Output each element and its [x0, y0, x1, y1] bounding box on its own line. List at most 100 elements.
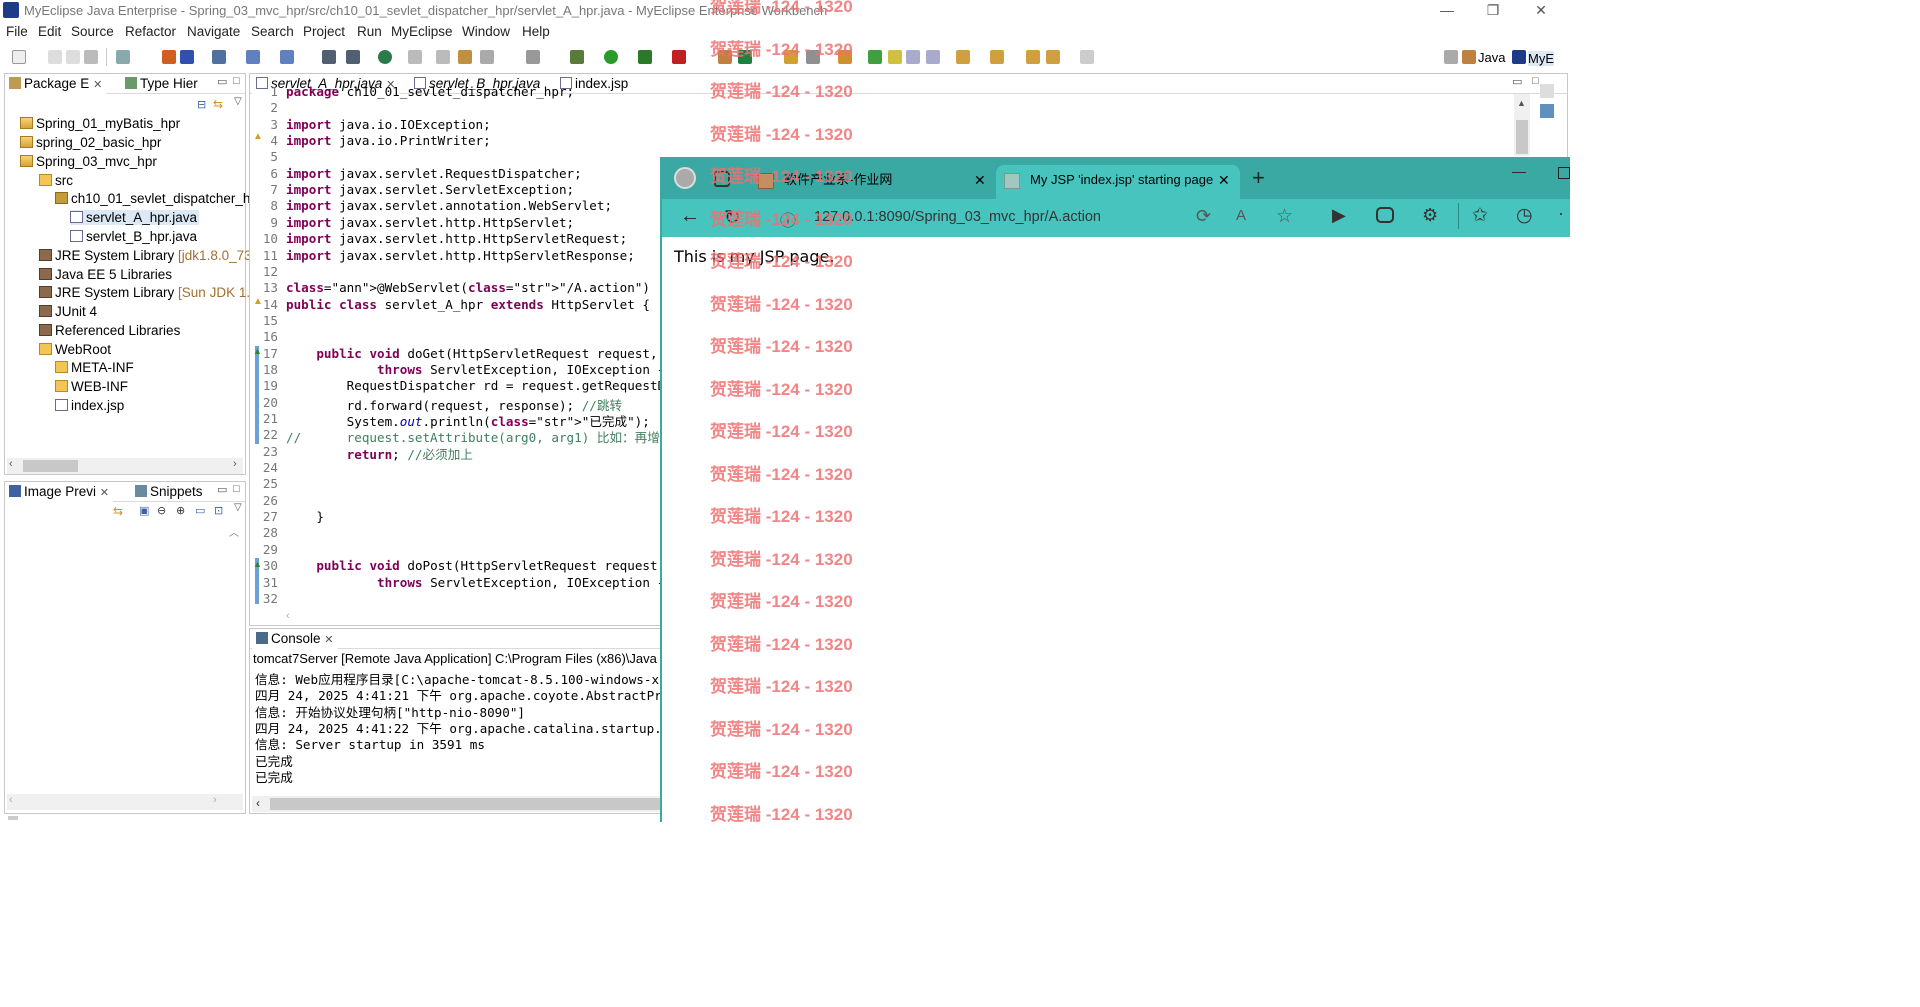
more-menu-icon[interactable]: · [1558, 203, 1564, 224]
tree-package[interactable]: ch10_01_sevlet_dispatcher_hp [55, 191, 258, 206]
close-tab-icon[interactable]: ✕ [974, 165, 986, 195]
favorite-star-icon[interactable]: ☆ [1276, 205, 1293, 228]
tree-webroot[interactable]: WebRoot [39, 342, 111, 357]
url-field[interactable]: 127.0.0.1:8090/Spring_03_mvc_hpr/A.actio… [814, 209, 1101, 225]
next-annotation-icon[interactable] [956, 50, 970, 64]
hierarchy-icon[interactable] [408, 50, 422, 64]
close-tab-icon[interactable]: ✕ [93, 79, 102, 91]
zoom-in-icon[interactable]: ⊕ [176, 504, 185, 517]
image-preview-hscroll[interactable]: ‹ › [7, 794, 243, 810]
collapse-all-icon[interactable]: ⊟ [197, 98, 206, 111]
fit-icon[interactable]: ▣ [139, 504, 149, 517]
menu-edit[interactable]: Edit [38, 24, 61, 39]
scrollbar-thumb[interactable] [23, 460, 78, 472]
globe-icon[interactable] [378, 50, 392, 64]
print-icon[interactable] [84, 50, 98, 64]
task-list-icon[interactable] [1540, 104, 1554, 118]
menu-source[interactable]: Source [71, 24, 114, 39]
perspective-java[interactable]: Java [1478, 50, 1505, 65]
tab-image-preview[interactable]: Image Previ ✕ [5, 483, 114, 502]
external-tools-icon[interactable] [672, 50, 686, 64]
view-menu-icon[interactable]: ▽ [234, 96, 242, 107]
launch-icon[interactable] [246, 50, 260, 64]
tree-jre-lib-1[interactable]: JRE System Library [jdk1.8.0_73] [39, 248, 255, 263]
open-perspective-button-icon[interactable] [1444, 50, 1458, 64]
perspective-myeclipse[interactable]: MyE [1528, 51, 1554, 66]
browser-tab-2[interactable]: My JSP 'index.jsp' starting page ✕ [996, 165, 1240, 199]
link-with-editor-icon[interactable]: ⇆ [213, 97, 223, 111]
close-icon[interactable]: ✕ [1518, 0, 1564, 22]
tree-meta-inf[interactable]: META-INF [55, 360, 134, 375]
tab-snippets[interactable]: Snippets [131, 483, 207, 502]
menu-myeclipse[interactable]: MyEclipse [391, 24, 453, 39]
minimize-view-icon[interactable]: ▭ [217, 483, 227, 496]
link-icon[interactable]: ⇆ [113, 504, 123, 518]
tab-type-hierarchy[interactable]: Type Hier [121, 75, 202, 94]
extensions-icon[interactable]: ⚙ [1422, 205, 1438, 226]
tree-junit[interactable]: JUnit 4 [39, 304, 97, 319]
tree-servlet-b[interactable]: servlet_B_hpr.java [70, 229, 197, 244]
run-icon[interactable] [604, 50, 618, 64]
highlight-icon[interactable] [888, 50, 902, 64]
restore-icon[interactable]: ❐ [1470, 0, 1516, 22]
zoom-out-icon[interactable]: ⊖ [157, 504, 166, 517]
refresh-icon[interactable] [480, 50, 494, 64]
menu-help[interactable]: Help [522, 24, 550, 39]
tab-package-explorer[interactable]: Package E ✕ [5, 75, 107, 94]
tree-jre-lib-2[interactable]: JRE System Library [Sun JDK 1.6. [39, 285, 261, 300]
editor-vscroll[interactable]: ▲ [1514, 94, 1530, 156]
play-icon[interactable]: ▶ [1332, 205, 1346, 226]
browser-minimize-icon[interactable]: — [1512, 163, 1526, 179]
block-select-icon[interactable] [906, 50, 920, 64]
close-tab-icon[interactable]: ✕ [324, 634, 333, 646]
copilot-icon[interactable] [1376, 207, 1394, 223]
editor-vscroll-thumb[interactable] [1516, 120, 1528, 154]
view-menu-icon[interactable]: ▽ [234, 502, 242, 513]
save-all-icon[interactable] [66, 50, 80, 64]
close-tab-icon[interactable]: ✕ [1218, 165, 1230, 195]
maximize-view-icon[interactable]: □ [233, 483, 240, 495]
coverage-icon[interactable] [638, 50, 652, 64]
maximize-editor-icon[interactable]: □ [1532, 75, 1539, 87]
tree-web-inf[interactable]: WEB-INF [55, 379, 128, 394]
menu-navigate[interactable]: Navigate [187, 24, 240, 39]
terminal-icon[interactable] [526, 50, 540, 64]
open-type-icon[interactable] [322, 50, 336, 64]
history-icon[interactable]: ◷ [1516, 204, 1533, 227]
translate-icon[interactable]: ⟳ [1196, 206, 1211, 227]
tree-src[interactable]: src [39, 173, 73, 188]
server-icon[interactable] [180, 50, 194, 64]
save-icon[interactable] [48, 50, 62, 64]
deploy-icon[interactable] [162, 50, 176, 64]
console-hscroll-thumb[interactable] [270, 798, 662, 810]
tree-servlet-a[interactable]: servlet_A_hpr.java [70, 210, 200, 225]
menu-refactor[interactable]: Refactor [125, 24, 176, 39]
new-wizard-icon[interactable] [116, 50, 130, 64]
show-whitespace-icon[interactable] [926, 50, 940, 64]
task-icon[interactable] [436, 50, 450, 64]
tree-index-jsp[interactable]: index.jsp [55, 398, 124, 413]
new-tab-icon[interactable]: + [1252, 165, 1265, 191]
tree-project-spring03[interactable]: Spring_03_mvc_hpr [20, 154, 157, 169]
fit-window-icon[interactable]: ⊡ [214, 504, 223, 517]
last-edit-icon[interactable] [1026, 50, 1040, 64]
profile-avatar[interactable] [674, 167, 696, 189]
read-aloud-icon[interactable]: A [1236, 207, 1246, 224]
browser-restore-icon[interactable] [1558, 167, 1570, 179]
debug-icon[interactable] [570, 50, 584, 64]
search-web-icon[interactable] [280, 50, 294, 64]
open-perspective-icon[interactable] [212, 50, 226, 64]
tree-javaee-lib[interactable]: Java EE 5 Libraries [39, 267, 172, 282]
console-hscroll[interactable]: ‹ [252, 796, 662, 812]
minimize-view-icon[interactable]: ▭ [217, 75, 227, 88]
editor-hscroll[interactable]: ‹ [286, 607, 660, 623]
forward-icon[interactable] [1080, 50, 1094, 64]
package-icon[interactable] [458, 50, 472, 64]
code-area[interactable]: 1 package ch10_01_sevlet_dispatcher_hpr; 2… [250, 84, 660, 604]
menu-search[interactable]: Search [251, 24, 294, 39]
image-preview-vscroll[interactable]: ︿ [229, 524, 243, 792]
tree-project-spring01[interactable]: Spring_01_myBatis_hpr [20, 116, 180, 131]
tab-console[interactable]: Console ✕ [252, 630, 338, 649]
menu-project[interactable]: Project [303, 24, 345, 39]
package-explorer-scrollbar[interactable]: ‹ › [7, 458, 243, 474]
